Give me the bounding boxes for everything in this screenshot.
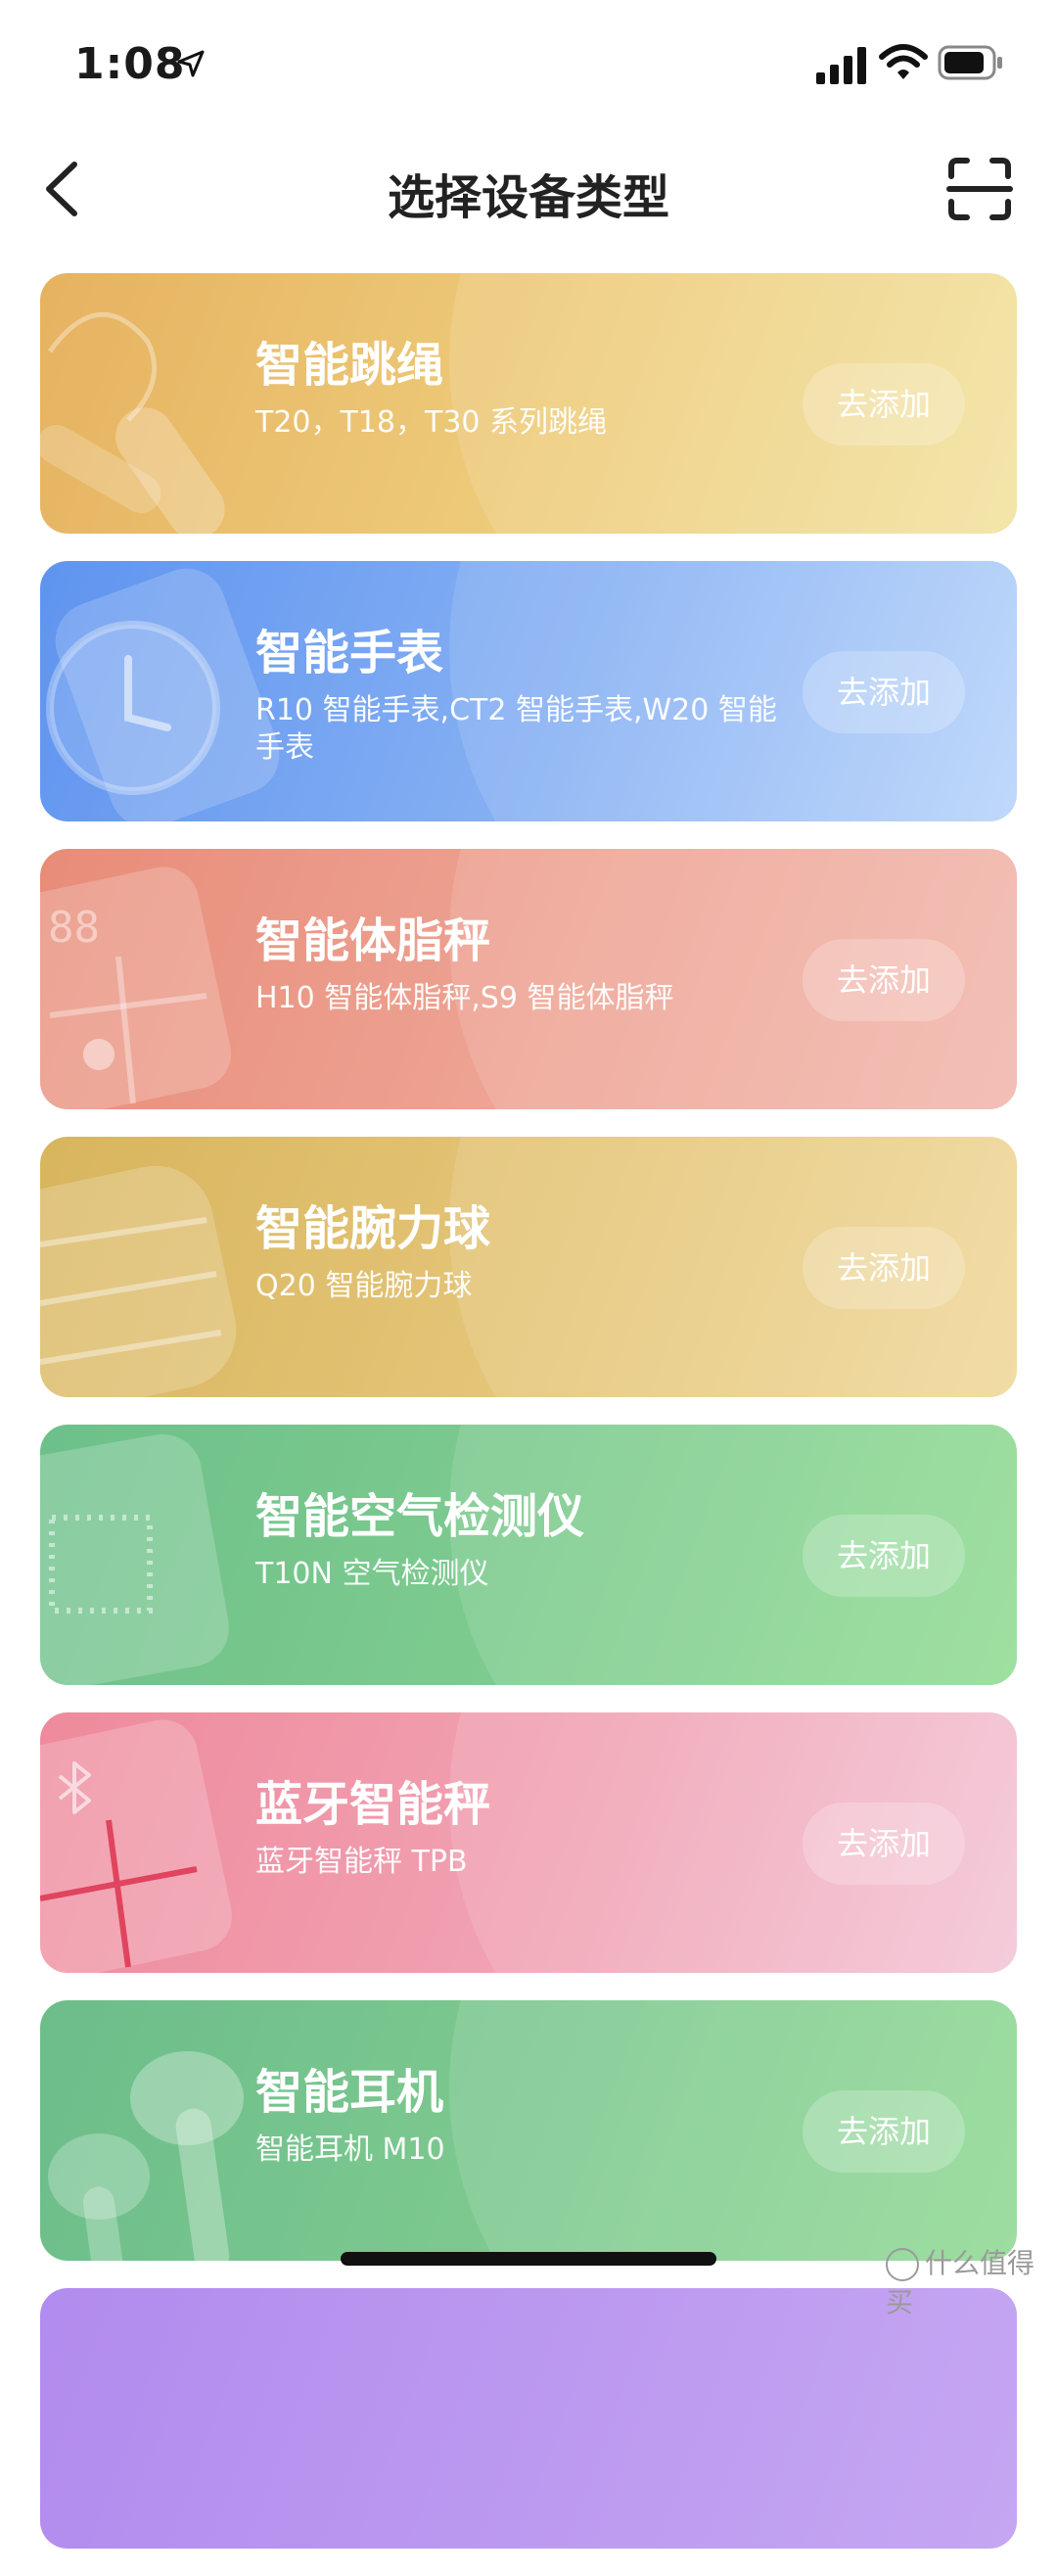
location-arrow-icon — [177, 50, 205, 77]
watch-icon — [46, 568, 280, 821]
page-title: 选择设备类型 — [387, 170, 669, 225]
status-bar: 1:08 — [0, 0, 1057, 127]
device-card-partial[interactable] — [40, 2288, 1017, 2549]
card-subtitle: 蓝牙智能秤 TPB — [255, 1845, 468, 1879]
card-subtitle: T20，T18，T30 系列跳绳 — [255, 405, 608, 440]
add-device-button[interactable]: 去添加 — [803, 1515, 965, 1597]
status-time: 1:08 — [74, 39, 186, 89]
device-card-earphones[interactable]: 智能耳机 智能耳机 M10 去添加 — [40, 2000, 1017, 2261]
scan-icon[interactable] — [945, 155, 1014, 223]
navigation-bar: 选择设备类型 — [0, 137, 1057, 245]
watermark-logo-icon — [886, 2248, 919, 2281]
device-card-jump-rope[interactable]: 智能跳绳 T20，T18，T30 系列跳绳 去添加 — [40, 273, 1017, 534]
add-device-button[interactable]: 去添加 — [803, 939, 965, 1021]
body-fat-scale-icon: 88 — [40, 866, 232, 1109]
card-subtitle: R10 智能手表,CT2 智能手表,W20 智能手表 — [255, 693, 777, 765]
svg-text:88: 88 — [48, 903, 100, 953]
watermark: 什么值得买 — [886, 2242, 1057, 2320]
card-title: 智能体脂秤 — [255, 913, 491, 968]
earphones-icon — [48, 2051, 244, 2261]
wifi-icon — [879, 44, 928, 79]
device-card-body-fat-scale[interactable]: 88 智能体脂秤 H10 智能体脂秤,S9 智能体脂秤 去添加 — [40, 849, 1017, 1109]
card-subtitle: T10N 空气检测仪 — [255, 1557, 489, 1591]
card-subtitle: 智能耳机 M10 — [255, 2132, 445, 2167]
add-device-button[interactable]: 去添加 — [803, 1227, 965, 1309]
device-type-list: 智能跳绳 T20，T18，T30 系列跳绳 去添加 智能手表 R10 智能手表,… — [40, 273, 1017, 2576]
home-indicator[interactable] — [341, 2252, 716, 2266]
device-card-smart-watch[interactable]: 智能手表 R10 智能手表,CT2 智能手表,W20 智能手表 去添加 — [40, 561, 1017, 821]
cellular-signal-icon — [816, 47, 866, 84]
device-card-bluetooth-scale[interactable]: 蓝牙智能秤 蓝牙智能秤 TPB 去添加 — [40, 1712, 1017, 1973]
add-device-button[interactable]: 去添加 — [803, 363, 965, 445]
air-monitor-icon — [40, 1433, 229, 1685]
add-device-button[interactable]: 去添加 — [803, 1803, 965, 1885]
card-title: 智能耳机 — [255, 2065, 444, 2120]
card-title: 智能空气检测仪 — [255, 1489, 585, 1544]
battery-icon — [938, 45, 1002, 80]
add-device-button[interactable]: 去添加 — [803, 651, 965, 733]
jump-rope-icon — [40, 312, 225, 534]
card-title: 智能手表 — [255, 626, 444, 680]
bluetooth-scale-icon — [40, 1719, 232, 1973]
card-subtitle: H10 智能体脂秤,S9 智能体脂秤 — [255, 981, 674, 1015]
device-card-air-monitor[interactable]: 智能空气检测仪 T10N 空气检测仪 去添加 — [40, 1425, 1017, 1685]
card-title: 智能腕力球 — [255, 1201, 491, 1256]
card-title: 智能跳绳 — [255, 338, 444, 393]
device-card-wrist-ball[interactable]: 智能腕力球 Q20 智能腕力球 去添加 — [40, 1137, 1017, 1397]
card-subtitle: Q20 智能腕力球 — [255, 1269, 473, 1303]
add-device-button[interactable]: 去添加 — [803, 2090, 965, 2173]
card-title: 蓝牙智能秤 — [255, 1777, 491, 1832]
wrist-ball-icon — [40, 1165, 237, 1397]
